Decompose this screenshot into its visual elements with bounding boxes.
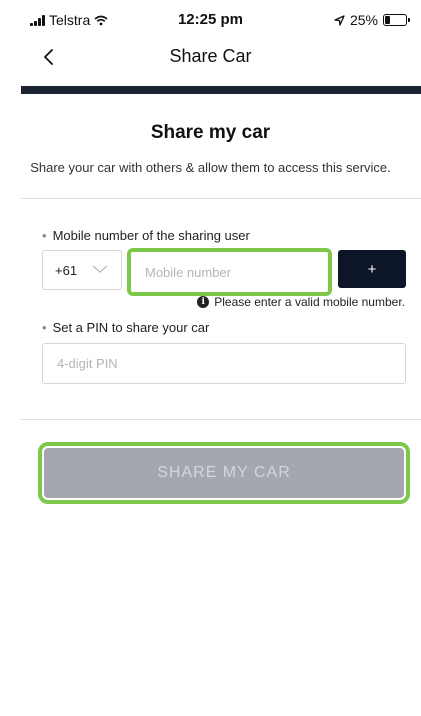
mobile-label: • Mobile number of the sharing user	[42, 228, 250, 243]
info-icon: i	[197, 296, 210, 308]
status-bar: Telstra 12:25 pm 25%	[0, 0, 421, 40]
validation-message: i Please enter a valid mobile number.	[197, 295, 405, 309]
divider	[21, 419, 421, 420]
battery-level	[385, 16, 390, 24]
country-code-value: +61	[55, 263, 78, 278]
pin-label: • Set a PIN to share your car	[42, 320, 209, 335]
section-description: Share your car with others & allow them …	[30, 160, 391, 175]
chevron-down-icon	[92, 265, 108, 273]
divider	[21, 198, 421, 199]
validation-text: Please enter a valid mobile number.	[214, 295, 405, 309]
mobile-label-text: Mobile number of the sharing user	[52, 228, 250, 243]
page-title: Share Car	[169, 46, 252, 66]
pin-label-text: Set a PIN to share your car	[52, 320, 210, 335]
mobile-number-input[interactable]	[131, 252, 328, 292]
bullet-icon: •	[42, 228, 47, 243]
battery-icon	[383, 14, 410, 26]
location-arrow-icon	[334, 14, 345, 26]
nav-bar: Share Car	[0, 40, 421, 86]
bullet-icon: •	[42, 320, 47, 335]
mobile-input-highlight	[127, 248, 332, 296]
country-code-select[interactable]: +61	[42, 250, 122, 290]
section-heading: Share my car	[150, 122, 271, 143]
pin-field	[42, 343, 406, 384]
share-my-car-button[interactable]: SHARE MY CAR	[44, 448, 404, 498]
status-right: 25%	[334, 12, 410, 28]
add-number-button[interactable]: +	[338, 250, 406, 288]
pin-input[interactable]	[43, 344, 405, 383]
battery-percent: 25%	[349, 12, 378, 28]
header-divider	[21, 86, 421, 94]
